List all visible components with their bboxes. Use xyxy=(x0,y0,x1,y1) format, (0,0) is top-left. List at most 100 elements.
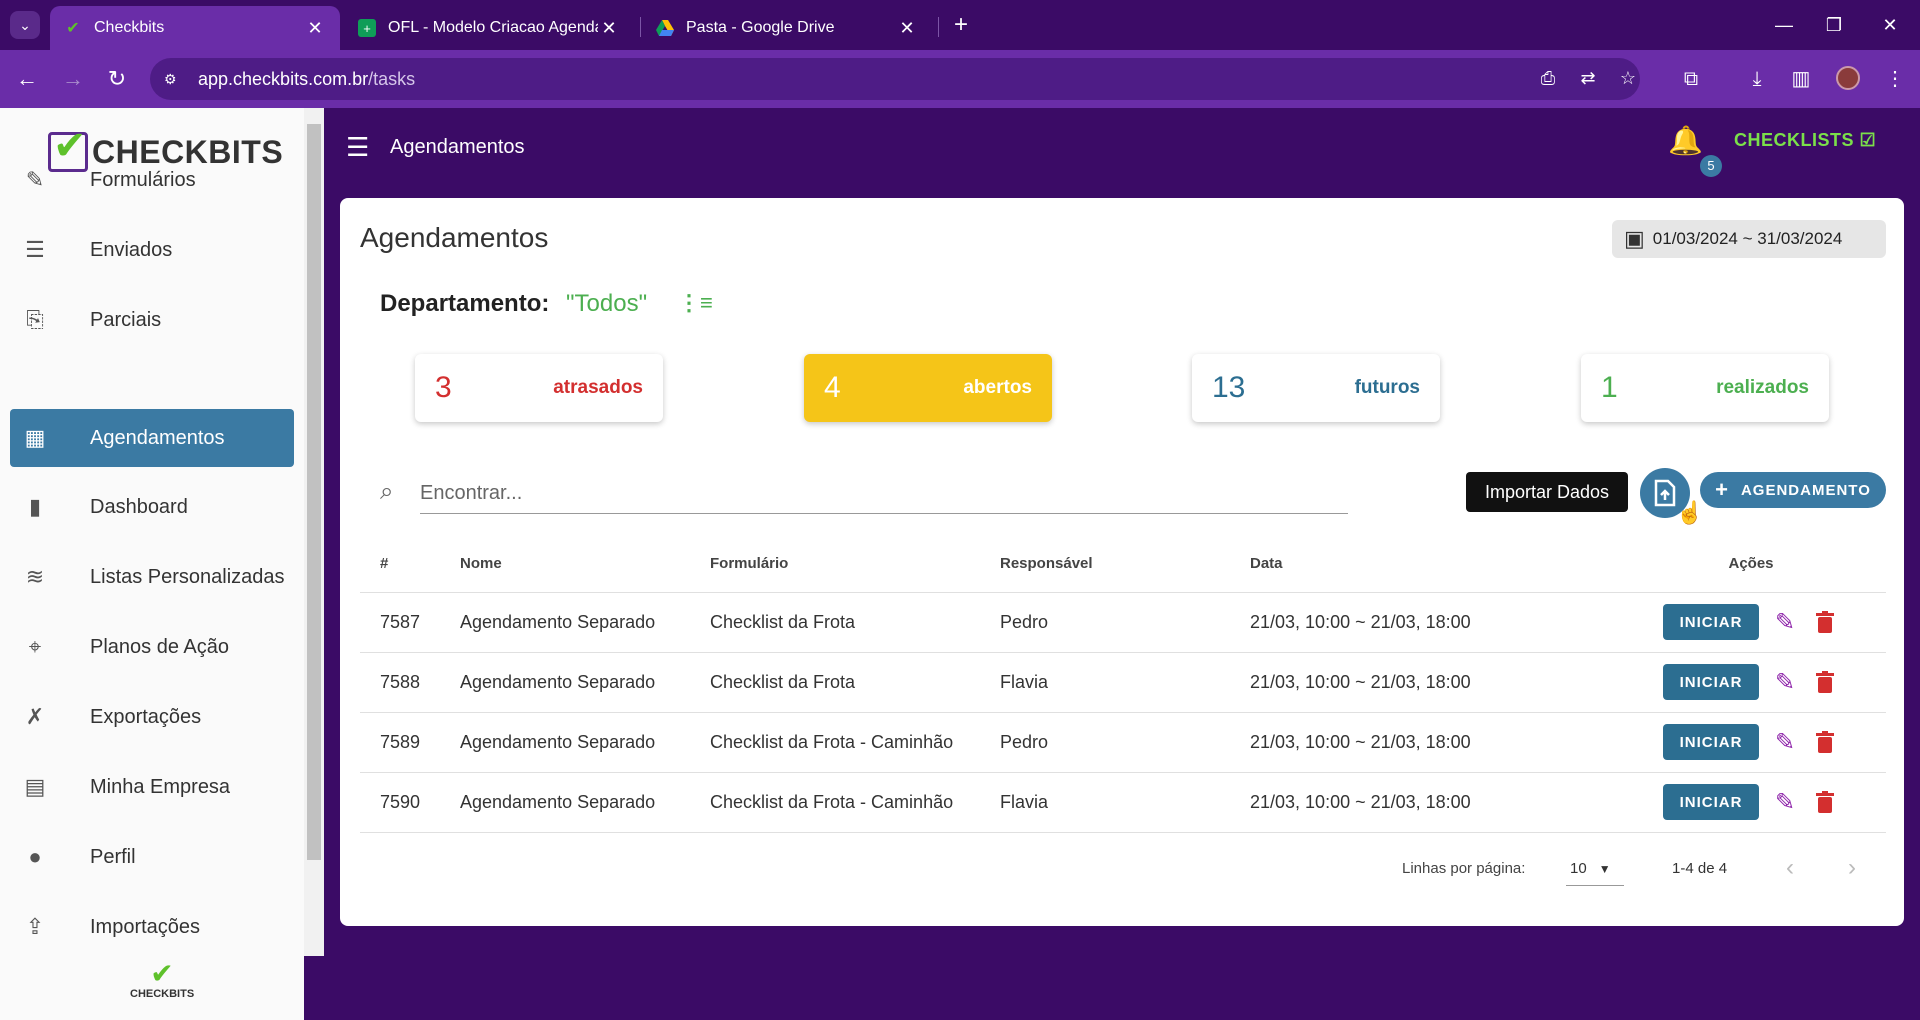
bar-chart-icon: ▮ xyxy=(28,494,42,519)
checkbox-icon: ☑ xyxy=(1859,130,1877,150)
stat-realizados[interactable]: 1 realizados xyxy=(1581,354,1829,422)
bookmark-star-icon[interactable]: ☆ xyxy=(1616,68,1640,89)
minimize-button[interactable]: — xyxy=(1764,10,1804,40)
browser-menu-icon[interactable]: ⋮ xyxy=(1880,64,1910,94)
stat-atrasados[interactable]: 3 atrasados xyxy=(415,354,663,422)
column-header-responsavel[interactable]: Responsável xyxy=(1000,536,1250,593)
sidebar-item-minha-empresa[interactable]: ▤ Minha Empresa xyxy=(10,758,294,816)
column-header-nome[interactable]: Nome xyxy=(460,536,710,593)
sidebar-item-agendamentos[interactable]: ▦ Agendamentos xyxy=(10,409,294,467)
close-tab-icon[interactable]: ✕ xyxy=(304,18,326,39)
sidebar-item-perfil[interactable]: ● Perfil xyxy=(10,828,294,886)
trash-icon[interactable] xyxy=(1811,671,1839,693)
browser-tab-bar: ⌄ ✔ Checkbits ✕ + OFL - Modelo Criacao A… xyxy=(0,0,1920,50)
start-button[interactable]: INICIAR xyxy=(1663,664,1759,700)
sidebar-item-importacoes[interactable]: ⇪ Importações xyxy=(10,898,294,956)
bell-icon[interactable]: 🔔 xyxy=(1668,124,1703,157)
sidebar-item-dashboard[interactable]: ▮ Dashboard xyxy=(10,478,294,536)
search-input[interactable] xyxy=(420,474,1348,514)
trash-icon[interactable] xyxy=(1811,791,1839,813)
sidebar-item-exportacoes[interactable]: ✗ Exportações xyxy=(10,688,294,746)
table-row: 7589 Agendamento Separado Checklist da F… xyxy=(360,712,1886,773)
new-tab-button[interactable]: + xyxy=(946,10,976,40)
cell-id: 7589 xyxy=(360,712,460,773)
sidebar-item-formularios[interactable]: ✎ Formulários xyxy=(10,151,294,209)
tab-title: OFL - Modelo Criacao Agendam xyxy=(388,19,598,36)
department-value[interactable]: "Todos" xyxy=(566,290,647,318)
start-button[interactable]: INICIAR xyxy=(1663,784,1759,820)
browser-tab-sheets[interactable]: + OFL - Modelo Criacao Agendam ✕ xyxy=(344,6,634,50)
pencil-icon[interactable]: ✎ xyxy=(1771,608,1799,637)
start-button[interactable]: INICIAR xyxy=(1663,604,1759,640)
drive-favicon-icon xyxy=(656,19,674,37)
sidebar-item-listas-personalizadas[interactable]: ≋ Listas Personalizadas xyxy=(10,548,294,606)
sidebar-item-label: Enviados xyxy=(90,238,173,261)
sidebar-scrollbar-thumb[interactable] xyxy=(307,124,321,860)
department-tree-icon[interactable]: ⋮≡ xyxy=(678,290,713,316)
checklists-button[interactable]: CHECKLISTS ☑ xyxy=(1734,130,1876,151)
sidebar-item-parciais[interactable]: ⎘ Parciais xyxy=(10,291,294,349)
add-agendamento-button[interactable]: + AGENDAMENTO xyxy=(1700,472,1886,508)
person-icon: ● xyxy=(28,844,42,869)
translate-icon[interactable]: ⇄ xyxy=(1576,68,1600,89)
column-header-formulario[interactable]: Formulário xyxy=(710,536,1000,593)
tab-separator xyxy=(938,17,939,37)
column-header-acoes: Ações xyxy=(1616,536,1886,593)
rows-per-page-select[interactable]: 10 ▼ xyxy=(1566,852,1624,886)
close-window-button[interactable]: ✕ xyxy=(1870,10,1910,40)
close-tab-icon[interactable]: ✕ xyxy=(896,18,918,39)
column-header-data[interactable]: Data xyxy=(1250,536,1616,593)
reload-button[interactable]: ↻ xyxy=(102,64,132,94)
close-tab-icon[interactable]: ✕ xyxy=(598,18,620,39)
sidebar-item-enviados[interactable]: ☰ Enviados xyxy=(10,221,294,279)
stat-label: realizados xyxy=(1716,377,1809,398)
add-button-label: AGENDAMENTO xyxy=(1740,481,1871,499)
previous-page-button[interactable]: ‹ xyxy=(1774,852,1806,884)
date-range-picker[interactable]: ▣ 01/03/2024 ~ 31/03/2024 xyxy=(1612,220,1886,258)
address-bar[interactable]: ⚙ app.checkbits.com.br/tasks ⎙ ⇄ ☆ xyxy=(150,58,1640,100)
notification-badge: 5 xyxy=(1700,155,1722,177)
forward-button[interactable]: → xyxy=(58,64,88,94)
install-app-icon[interactable]: ⎙ xyxy=(1536,68,1560,89)
sidebar-item-label: Importações xyxy=(90,915,201,938)
extensions-icon[interactable]: ⧉ xyxy=(1676,64,1706,94)
cell-id: 7590 xyxy=(360,772,460,833)
form-edit-icon: ✎ xyxy=(25,167,45,192)
sidebar-item-label: Exportações xyxy=(90,705,202,728)
browser-tab-checkbits[interactable]: ✔ Checkbits ✕ xyxy=(50,6,340,50)
pencil-icon[interactable]: ✎ xyxy=(1771,668,1799,697)
column-header-id[interactable]: # xyxy=(360,536,460,593)
tab-search-button[interactable]: ⌄ xyxy=(10,11,40,39)
menu-icon[interactable]: ☰ xyxy=(346,132,374,163)
browser-tab-drive[interactable]: Pasta - Google Drive ✕ xyxy=(642,6,932,50)
side-panel-icon[interactable]: ▥ xyxy=(1786,64,1816,94)
next-page-button[interactable]: › xyxy=(1836,852,1868,884)
cell-nome: Agendamento Separado xyxy=(460,592,710,653)
tab-title: Checkbits xyxy=(94,19,165,36)
stat-count: 4 xyxy=(824,371,841,404)
profile-avatar[interactable] xyxy=(1836,66,1860,90)
download-icon[interactable]: ⤓ xyxy=(1742,64,1772,94)
pencil-icon[interactable]: ✎ xyxy=(1771,788,1799,817)
sidebar-item-planos-de-acao[interactable]: ⌖ Planos de Ação xyxy=(10,618,294,676)
restore-button[interactable]: ❐ xyxy=(1814,10,1854,40)
pencil-icon[interactable]: ✎ xyxy=(1771,728,1799,757)
trash-icon[interactable] xyxy=(1811,731,1839,753)
browser-toolbar: ← → ↻ ⚙ app.checkbits.com.br/tasks ⎙ ⇄ ☆… xyxy=(0,50,1920,108)
stat-abertos[interactable]: 4 abertos xyxy=(804,354,1052,422)
back-button[interactable]: ← xyxy=(12,64,42,94)
partial-doc-icon: ⎘ xyxy=(26,307,44,332)
import-tooltip: Importar Dados xyxy=(1466,472,1628,512)
database-icon: ≋ xyxy=(25,564,45,589)
cell-nome: Agendamento Separado xyxy=(460,772,710,833)
tab-separator xyxy=(640,17,641,37)
start-button[interactable]: INICIAR xyxy=(1663,724,1759,760)
trash-icon[interactable] xyxy=(1811,611,1839,633)
site-info-icon[interactable]: ⚙ xyxy=(164,71,188,88)
stat-futuros[interactable]: 13 futuros xyxy=(1192,354,1440,422)
sidebar-item-label: Minha Empresa xyxy=(90,775,231,798)
plus-icon: + xyxy=(1715,477,1729,502)
mouse-cursor-icon: ☝ xyxy=(1676,500,1704,525)
header-title: Agendamentos xyxy=(390,136,525,158)
cell-id: 7587 xyxy=(360,592,460,653)
